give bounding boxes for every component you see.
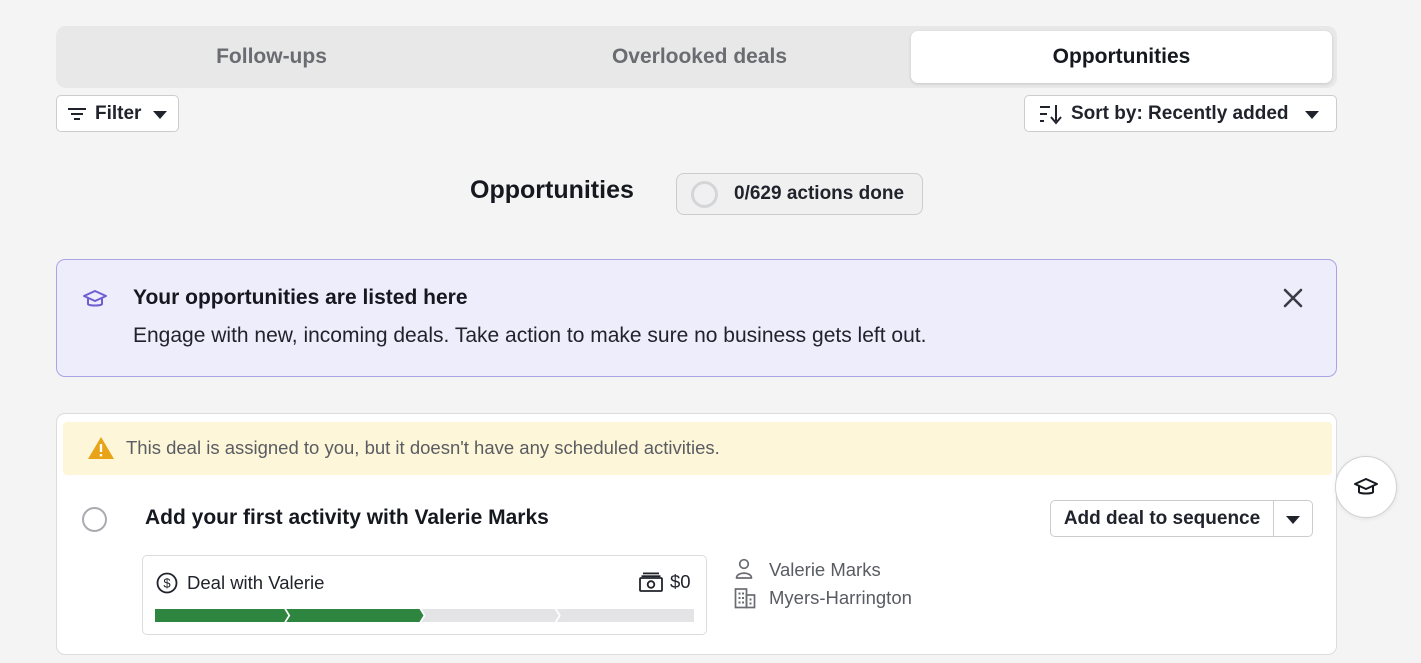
chevron-down-icon (153, 111, 167, 119)
person-link[interactable]: Valerie Marks (769, 559, 881, 581)
deal-summary[interactable]: $ Deal with Valerie $0 (142, 555, 707, 635)
pipeline-stage (556, 609, 694, 622)
tab-opportunities[interactable]: Opportunities (911, 31, 1332, 83)
info-banner: Your opportunities are listed here Engag… (56, 259, 1337, 377)
sort-icon (1040, 104, 1062, 125)
pipeline-stage (155, 609, 289, 622)
warning-banner: This deal is assigned to you, but it doe… (63, 422, 1332, 475)
progress-text: 0/629 actions done (734, 183, 905, 204)
sort-label: Sort by: Recently added (1071, 102, 1289, 124)
warning-text: This deal is assigned to you, but it doe… (126, 437, 720, 458)
banner-title: Your opportunities are listed here (133, 286, 468, 309)
add-deal-to-sequence-button[interactable]: Add deal to sequence (1050, 500, 1274, 537)
dollar-circle-icon: $ (156, 572, 178, 594)
deal-card: This deal is assigned to you, but it doe… (56, 413, 1337, 655)
tab-follow-ups[interactable]: Follow-ups (61, 31, 482, 83)
pipeline-progress (155, 609, 694, 622)
view-tabs: Follow-ups Overlooked deals Opportunitie… (56, 26, 1337, 88)
pipeline-stage (421, 609, 559, 622)
graduation-cap-icon (1354, 478, 1378, 495)
progress-ring-icon (691, 180, 718, 208)
deal-name: Deal with Valerie (187, 572, 325, 593)
sequence-button-group: Add deal to sequence (1050, 500, 1313, 537)
chevron-down-icon (1286, 516, 1300, 524)
filter-icon (68, 107, 86, 120)
deal-value: $0 (670, 571, 691, 592)
svg-text:$: $ (163, 576, 171, 591)
organization-link[interactable]: Myers-Harrington (769, 587, 912, 609)
banner-text: Engage with new, incoming deals. Take ac… (133, 324, 927, 347)
filter-label: Filter (95, 102, 142, 124)
filter-button[interactable]: Filter (56, 95, 179, 132)
tab-overlooked-deals[interactable]: Overlooked deals (489, 31, 910, 83)
warning-icon (88, 437, 114, 459)
actions-progress: 0/629 actions done (676, 173, 923, 215)
chevron-down-icon (1305, 111, 1319, 119)
page-title: Opportunities (470, 176, 634, 204)
close-icon[interactable] (1281, 286, 1305, 310)
building-icon (734, 588, 756, 609)
person-icon (735, 558, 753, 579)
sort-button[interactable]: Sort by: Recently added (1024, 95, 1337, 132)
money-icon (639, 572, 663, 592)
mark-done-checkbox[interactable] (82, 507, 107, 532)
pipeline-stage (286, 609, 424, 622)
graduation-cap-icon (83, 290, 107, 307)
help-button[interactable] (1335, 456, 1397, 518)
sequence-dropdown-button[interactable] (1274, 500, 1313, 537)
deal-activity-title[interactable]: Add your first activity with Valerie Mar… (145, 506, 549, 530)
